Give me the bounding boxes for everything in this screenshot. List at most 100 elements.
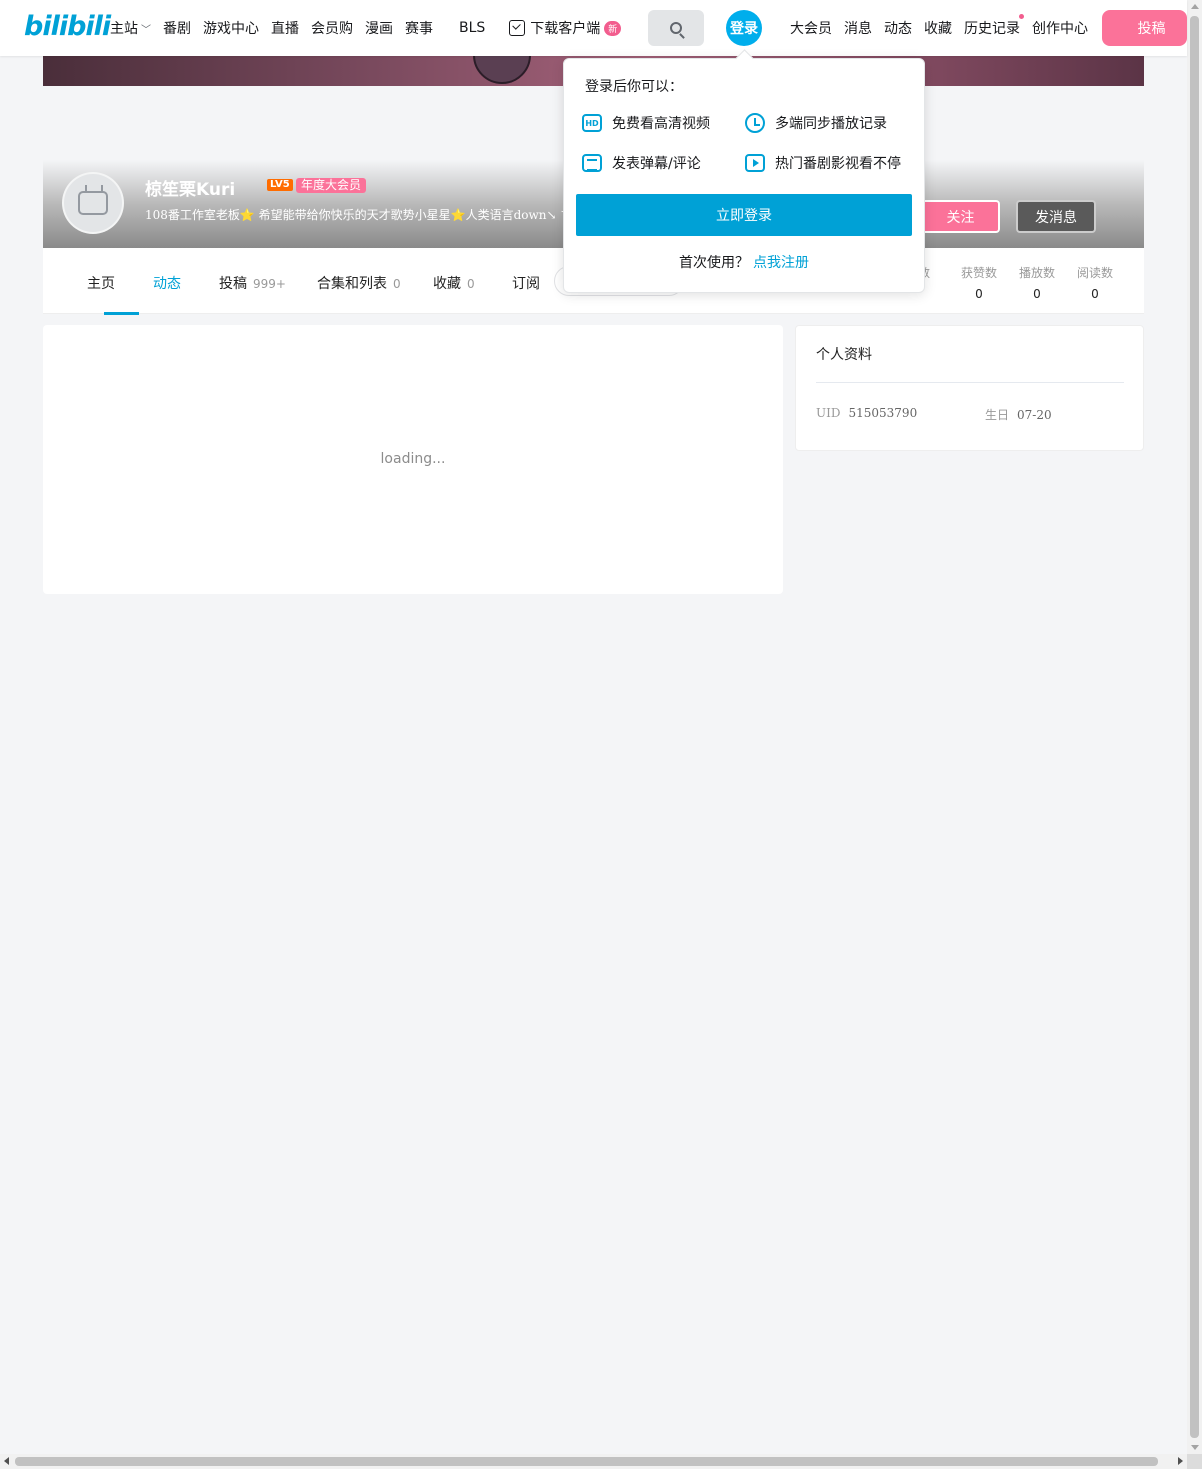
loading-text: loading... <box>380 451 446 467</box>
scroll-left-icon[interactable] <box>4 1457 9 1465</box>
nav-item-main[interactable]: 主站 ﹀ <box>110 18 151 38</box>
tab-favorites[interactable]: 收藏 0 <box>433 273 475 293</box>
scroll-right-icon[interactable] <box>1178 1457 1183 1465</box>
tab-uploads[interactable]: 投稿 999+ <box>219 273 286 293</box>
nav-item-messages[interactable]: 消息 <box>844 18 872 38</box>
nav-item-live[interactable]: 直播 <box>271 18 299 38</box>
tv-icon <box>78 191 108 215</box>
register-prompt: 首次使用？ 点我注册 <box>564 252 924 272</box>
banner-moon-art <box>473 56 531 84</box>
tab-count: 0 <box>393 277 401 291</box>
perk-label: 免费看高清视频 <box>612 116 710 132</box>
comment-list-icon <box>582 154 602 172</box>
level-badge: LV5 <box>267 179 293 191</box>
stat-likes: 获赞数 0 <box>954 264 1004 301</box>
nav-item-dynamics[interactable]: 动态 <box>884 18 912 38</box>
nav-item-anime[interactable]: 番剧 <box>163 18 191 38</box>
scroll-down-icon[interactable] <box>1191 1445 1199 1450</box>
search-button[interactable] <box>648 10 704 46</box>
bilibili-logo[interactable]: bilibili <box>24 11 111 42</box>
stat-plays: 播放数 0 <box>1012 264 1062 301</box>
tab-home[interactable]: 主页 <box>87 273 115 293</box>
top-nav: bilibili 主站 ﹀ 番剧 游戏中心 直播 会员购 漫画 赛事 BLS 下载… <box>0 0 1187 56</box>
divider <box>816 382 1124 383</box>
perk-label: 多端同步播放记录 <box>775 116 887 132</box>
new-badge: 新 <box>604 20 622 36</box>
login-avatar-button[interactable]: 登录 <box>726 10 762 46</box>
uid-field: UID 515053790 <box>816 406 917 420</box>
play-icon <box>745 154 765 172</box>
nav-item-bls[interactable]: BLS <box>459 20 485 36</box>
nav-item-vip[interactable]: 大会员 <box>790 18 832 38</box>
download-icon <box>509 20 526 36</box>
login-now-button[interactable]: 立即登录 <box>576 194 912 236</box>
hd-icon: HD <box>582 114 602 132</box>
uid-value: 515053790 <box>848 406 918 420</box>
upload-button[interactable]: 投稿 <box>1102 10 1187 46</box>
vip-badge[interactable]: 年度大会员 <box>296 178 367 193</box>
scroll-thumb[interactable] <box>1190 16 1199 1438</box>
birthday-label: 生日 <box>985 408 1010 422</box>
nav-item-creator-center[interactable]: 创作中心 <box>1032 18 1088 38</box>
tab-label: 主页 <box>87 276 115 292</box>
stat-value: 0 <box>1091 287 1099 301</box>
tab-count: 999+ <box>253 277 286 291</box>
scroll-thumb[interactable] <box>15 1457 1158 1466</box>
stat-label: 获赞数 <box>960 266 997 280</box>
vertical-scrollbar[interactable] <box>1187 0 1202 1454</box>
first-use-text: 首次使用？ <box>679 255 749 271</box>
perk-comments: 发表弹幕/评论 <box>582 153 701 173</box>
tab-label: 收藏 <box>433 276 461 292</box>
birthday-field: 生日 07-20 <box>985 406 1052 423</box>
follow-button[interactable]: 关注 <box>921 200 1000 233</box>
avatar[interactable] <box>62 172 124 234</box>
tab-collections[interactable]: 合集和列表 0 <box>317 273 401 293</box>
perk-anime: 热门番剧影视看不停 <box>745 153 901 173</box>
nav-left: 主站 ﹀ 番剧 游戏中心 直播 会员购 漫画 赛事 BLS 下载客户端 新 <box>110 0 633 56</box>
popover-title: 登录后你可以： <box>585 79 683 95</box>
stat-reads: 阅读数 0 <box>1070 264 1120 301</box>
notification-dot <box>1019 14 1024 19</box>
user-signature: 108番工作室老板⭐ 希望能带给你快乐的天才歌势小星星⭐人类语言down↘ マ <box>145 208 565 222</box>
tab-label: 订阅 <box>512 276 540 292</box>
nav-item-game-center[interactable]: 游戏中心 <box>203 18 259 38</box>
stat-label: 阅读数 <box>1076 266 1113 280</box>
birthday-value: 07-20 <box>1017 408 1052 422</box>
register-link[interactable]: 点我注册 <box>753 255 809 271</box>
tab-dynamics[interactable]: 动态 <box>153 273 181 293</box>
search-icon <box>670 22 682 34</box>
main-content-panel: loading... <box>43 325 783 594</box>
nav-item-esports[interactable]: 赛事 <box>405 18 433 38</box>
username: 椋笙栗Kuri <box>145 180 236 200</box>
tab-label: 动态 <box>153 276 181 292</box>
clock-icon <box>745 113 765 133</box>
scroll-up-icon[interactable] <box>1191 4 1199 9</box>
perk-hd-video: HD 免费看高清视频 <box>582 113 710 133</box>
panel-title: 个人资料 <box>816 347 872 363</box>
perk-label: 发表弹幕/评论 <box>612 156 701 172</box>
scrollbar-corner <box>1187 1454 1202 1469</box>
stat-label: 播放数 <box>1018 266 1055 280</box>
uid-label: UID <box>816 406 841 420</box>
tab-label: 合集和列表 <box>317 276 387 292</box>
send-message-button[interactable]: 发消息 <box>1016 200 1096 233</box>
download-label: 下载客户端 <box>530 21 601 37</box>
nav-item-history[interactable]: 历史记录 <box>964 14 1024 38</box>
nav-item-favorites[interactable]: 收藏 <box>924 18 952 38</box>
personal-info-panel: 个人资料 UID 515053790 生日 07-20 <box>795 325 1144 451</box>
chevron-down-icon: ﹀ <box>141 24 151 36</box>
perk-label: 热门番剧影视看不停 <box>775 156 901 172</box>
history-label: 历史记录 <box>964 21 1020 37</box>
horizontal-scrollbar[interactable] <box>0 1454 1187 1469</box>
nav-item-manga[interactable]: 漫画 <box>365 18 393 38</box>
tab-label: 投稿 <box>219 276 247 292</box>
nav-label: 主站 <box>110 21 138 37</box>
tab-subscriptions[interactable]: 订阅 <box>512 273 540 293</box>
stat-value: 0 <box>1033 287 1041 301</box>
download-client-link[interactable]: 下载客户端 新 <box>509 18 622 38</box>
tab-count: 0 <box>467 277 475 291</box>
login-popover: 登录后你可以： HD 免费看高清视频 多端同步播放记录 发表弹幕/评论 热门番剧影… <box>563 58 925 293</box>
stat-value: 0 <box>975 287 983 301</box>
active-tab-indicator <box>104 312 139 315</box>
nav-item-mall[interactable]: 会员购 <box>311 18 353 38</box>
